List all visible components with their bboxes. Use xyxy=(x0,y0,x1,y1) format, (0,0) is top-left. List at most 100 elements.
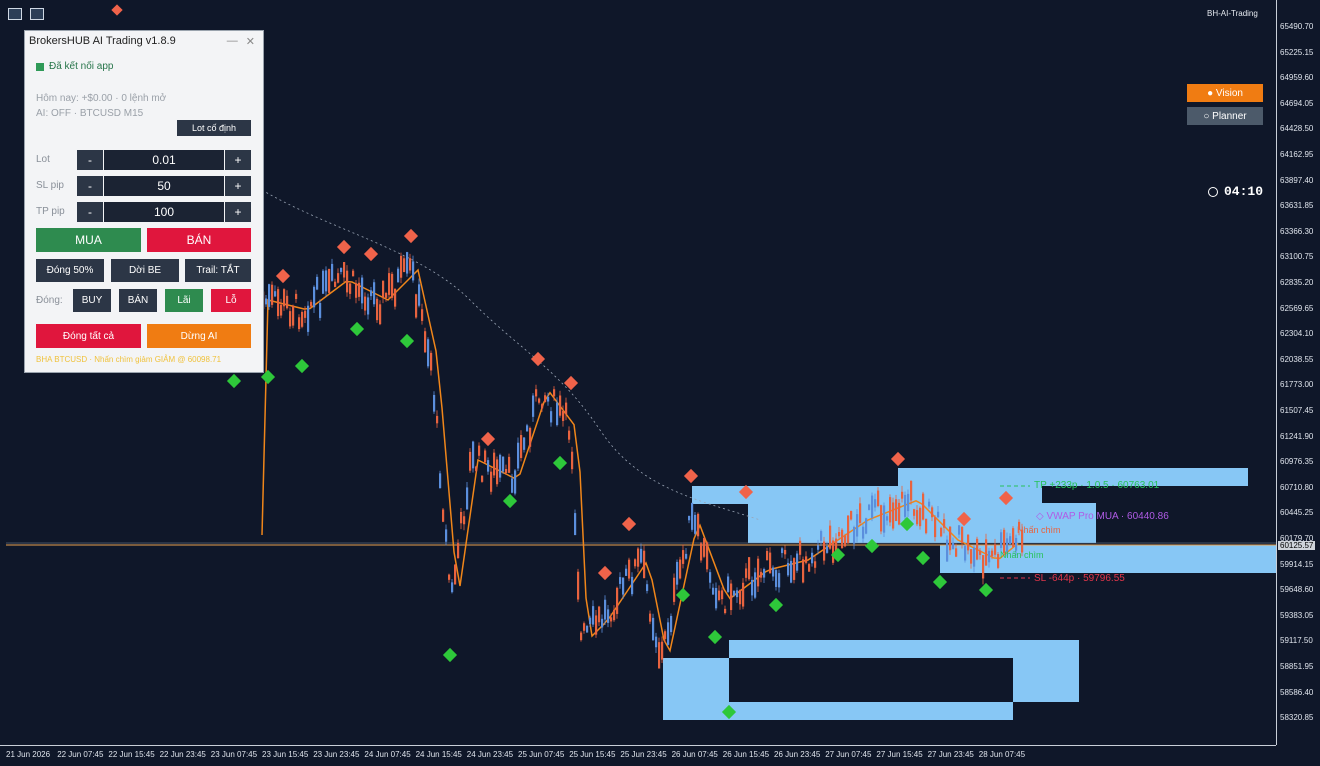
sell-button[interactable]: BÁN xyxy=(147,228,251,252)
candle-body xyxy=(814,561,817,568)
sl-minus-button[interactable]: - xyxy=(77,176,103,196)
lot-minus-button[interactable]: - xyxy=(77,150,103,170)
time-tick-label: 23 Jun 07:45 xyxy=(210,750,258,759)
candle-body xyxy=(613,609,616,621)
tp-plus-button[interactable]: + xyxy=(225,202,251,222)
time-tick-label: 26 Jun 07:45 xyxy=(671,750,718,759)
candle-body xyxy=(499,454,502,478)
zone-box xyxy=(1013,640,1079,702)
candle-body xyxy=(310,301,313,307)
close-buy-button[interactable]: BUY xyxy=(73,289,111,312)
sl-input[interactable]: 50 xyxy=(104,176,224,196)
time-tick-label: 22 Jun 07:45 xyxy=(57,750,104,759)
candle-body xyxy=(1000,532,1003,549)
tp-pip-label: TP pip xyxy=(36,206,65,217)
time-tick-label: 23 Jun 23:45 xyxy=(313,750,360,759)
candle-body xyxy=(631,576,634,595)
move-be-button[interactable]: Dời BE xyxy=(111,259,179,282)
candle-body xyxy=(265,298,268,305)
candle-body xyxy=(427,339,430,367)
sell-signal-icon xyxy=(621,516,637,532)
candle-body xyxy=(571,451,574,470)
candle-body xyxy=(760,571,763,578)
candle-body xyxy=(985,539,988,566)
candle-body xyxy=(958,525,961,535)
candle-body xyxy=(289,311,292,327)
close-loss-button[interactable]: Lỗ xyxy=(211,289,251,312)
price-tick-label: 60710.80 xyxy=(1280,482,1314,492)
lot-input[interactable]: 0.01 xyxy=(104,150,224,170)
candle-body xyxy=(634,559,637,567)
candle-body xyxy=(505,469,508,474)
candle-body xyxy=(871,495,874,518)
candle-body xyxy=(595,615,598,635)
candle-body xyxy=(691,503,694,530)
candle-body xyxy=(955,548,958,557)
candle-body xyxy=(418,284,421,306)
candle-body xyxy=(526,425,529,432)
buy-signal-icon xyxy=(399,333,415,349)
candle-body xyxy=(949,526,952,551)
sell-signal-icon xyxy=(597,565,613,581)
price-tick-label: 63100.75 xyxy=(1280,252,1314,262)
sl-plus-button[interactable]: + xyxy=(225,176,251,196)
vision-button[interactable]: ● Vision xyxy=(1187,84,1263,102)
candle-body xyxy=(511,478,514,493)
grid-icon[interactable] xyxy=(8,8,22,20)
trail-button[interactable]: Trail: TẮT xyxy=(185,259,251,282)
candle-body xyxy=(1012,528,1015,547)
price-tick-label: 62304.10 xyxy=(1280,329,1314,339)
close-half-button[interactable]: Đóng 50% xyxy=(36,259,104,282)
close-icon[interactable]: ✕ xyxy=(246,35,255,48)
candle-body xyxy=(487,460,490,472)
candle-body xyxy=(625,568,628,576)
connection-status: Đã kết nối app xyxy=(36,61,114,72)
price-tick-label: 64428.50 xyxy=(1280,124,1314,134)
candle-body xyxy=(391,273,394,298)
candle-body xyxy=(796,553,799,571)
trade-icon[interactable] xyxy=(30,8,44,20)
time-tick-label: 24 Jun 23:45 xyxy=(466,750,514,759)
tp-minus-button[interactable]: - xyxy=(77,202,103,222)
candle-body xyxy=(826,546,829,553)
candle-body xyxy=(475,466,478,471)
candle-body xyxy=(652,617,655,641)
close-all-button[interactable]: Đóng tất cả xyxy=(36,324,141,348)
candle-body xyxy=(922,493,925,520)
candle-body xyxy=(412,261,415,281)
close-sell-button[interactable]: BÁN xyxy=(119,289,157,312)
price-tick-label: 64694.05 xyxy=(1280,98,1314,108)
candle-body xyxy=(616,587,619,614)
candle-body xyxy=(895,499,898,522)
price-tick-label: 63897.40 xyxy=(1280,175,1314,185)
lot-plus-button[interactable]: + xyxy=(225,150,251,170)
time-tick-label: 27 Jun 23:45 xyxy=(927,750,974,759)
buy-button[interactable]: MUA xyxy=(36,228,141,252)
candle-body xyxy=(640,548,643,563)
candle-body xyxy=(337,273,340,283)
panel-title: BrokersHUB AI Trading v1.8.9 xyxy=(29,35,176,47)
candle-body xyxy=(520,435,523,458)
minimize-icon[interactable]: — xyxy=(227,35,238,48)
candle-body xyxy=(874,499,877,508)
ai-status: AI: OFF · BTCUSD M15 xyxy=(36,108,144,119)
candle-body xyxy=(847,515,850,544)
lot-mode-button[interactable]: Lot cố định xyxy=(177,120,251,136)
time-tick-label: 21 Jun 2026 xyxy=(6,750,51,759)
candle-body xyxy=(886,516,889,521)
stop-ai-button[interactable]: Dừng AI xyxy=(147,324,251,348)
candle-body xyxy=(862,526,865,539)
zone-box xyxy=(940,545,1276,573)
planner-button[interactable]: ○ Planner xyxy=(1187,107,1263,125)
close-profit-button[interactable]: Lãi xyxy=(165,289,203,312)
candle-body xyxy=(397,268,400,283)
tp-input[interactable]: 100 xyxy=(104,202,224,222)
candle-body xyxy=(664,631,667,639)
candle-body xyxy=(706,542,709,570)
candle-body xyxy=(295,293,298,300)
panel-titlebar[interactable]: BrokersHUB AI Trading v1.8.9 — ✕ xyxy=(25,31,263,51)
candle-body xyxy=(742,582,745,607)
candle-body xyxy=(619,577,622,584)
candle-body xyxy=(805,556,808,563)
time-tick-label: 24 Jun 07:45 xyxy=(364,750,411,759)
